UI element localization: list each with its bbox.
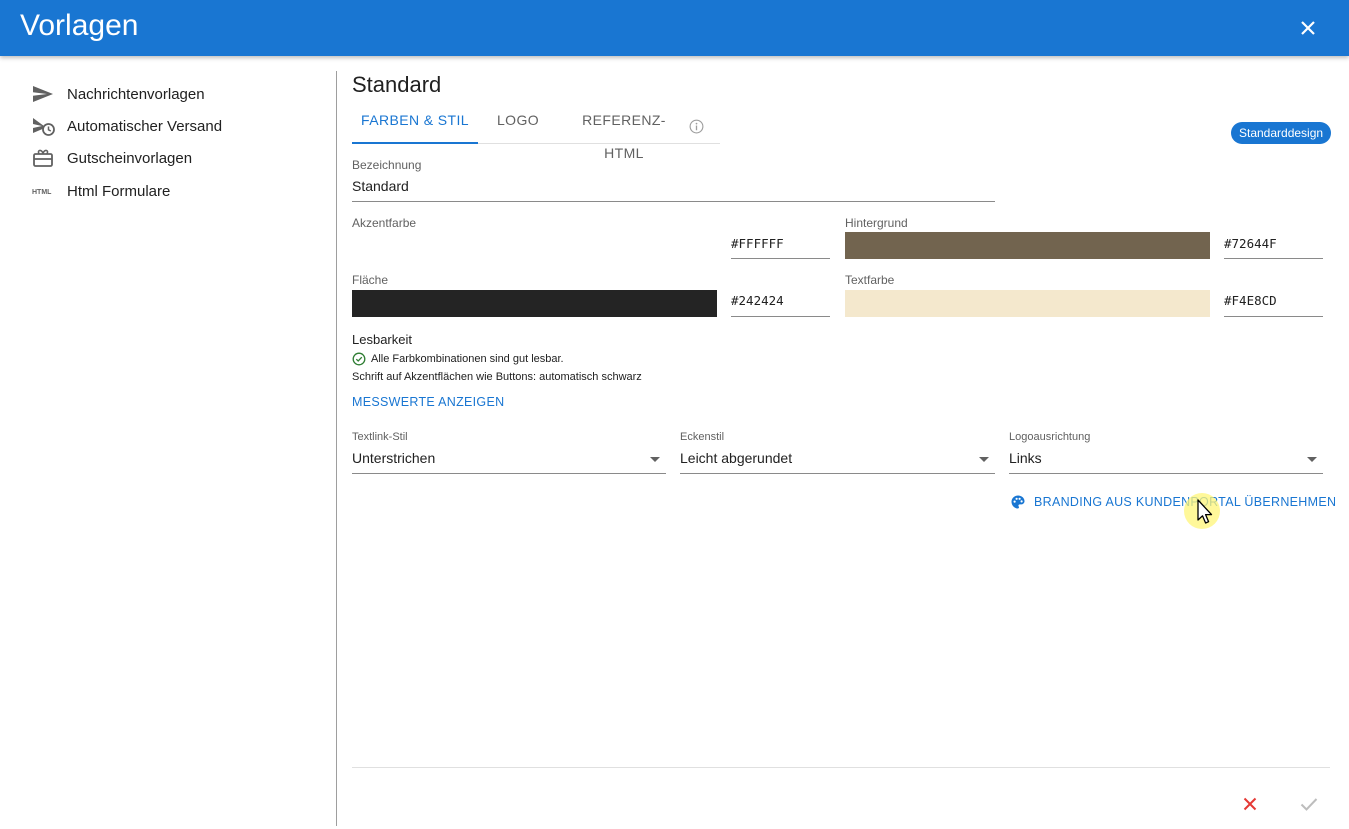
akzentfarbe-hex-field[interactable]: #FFFFFF xyxy=(731,236,830,259)
status-badge: Standarddesign xyxy=(1231,122,1332,144)
sidebar: Nachrichtenvorlagen Automatischer Versan… xyxy=(0,56,336,829)
lesbarkeit-title: Lesbarkeit xyxy=(352,332,412,347)
sidebar-item-label: Nachrichtenvorlagen xyxy=(67,85,205,103)
hintergrund-hex-value: #72644F xyxy=(1224,236,1277,251)
sidebar-item-label: Html Formulare xyxy=(67,182,171,200)
vertical-divider xyxy=(336,71,337,826)
chevron-down-icon xyxy=(650,457,660,462)
app-bar: Vorlagen xyxy=(0,0,1349,56)
eckenstil-select[interactable]: Leicht abgerundet xyxy=(680,448,995,474)
flaeche-hex-field[interactable]: #242424 xyxy=(731,293,830,317)
svg-text:HTML: HTML xyxy=(32,189,52,196)
textlink-stil-select[interactable]: Unterstrichen xyxy=(352,448,666,474)
tab-bar: FARBEN & STIL LOGO REFERENZ-HTML xyxy=(352,104,720,161)
send-icon xyxy=(32,82,58,106)
hintergrund-label: Hintergrund xyxy=(845,216,908,230)
textlink-stil-value: Unterstrichen xyxy=(352,450,436,466)
bezeichnung-field[interactable]: Standard xyxy=(352,178,995,202)
tab-logo[interactable]: LOGO xyxy=(486,104,550,144)
eckenstil-value: Leicht abgerundet xyxy=(680,450,793,466)
cancel-button[interactable] xyxy=(1238,792,1262,816)
akzentfarbe-hex-value: #FFFFFF xyxy=(731,236,784,251)
logoausrichtung-value: Links xyxy=(1009,450,1042,466)
flaeche-swatch[interactable] xyxy=(352,290,717,317)
sidebar-item-label: Gutscheinvorlagen xyxy=(67,149,193,167)
flaeche-hex-value: #242424 xyxy=(731,293,784,308)
mouse-cursor-icon xyxy=(1196,499,1216,527)
akzentfarbe-label: Akzentfarbe xyxy=(352,216,417,230)
textfarbe-swatch[interactable] xyxy=(845,290,1210,317)
page-title: Standard xyxy=(352,72,442,97)
tab-label: REFERENZ-HTML xyxy=(582,112,666,161)
gift-card-icon xyxy=(32,146,58,170)
eckenstil-label: Eckenstil xyxy=(680,431,725,443)
flaeche-label: Fläche xyxy=(352,273,389,287)
bezeichnung-value: Standard xyxy=(352,178,409,194)
check-icon xyxy=(1297,798,1321,820)
chevron-down-icon xyxy=(1307,457,1317,462)
footer-divider xyxy=(352,767,1330,768)
palette-icon xyxy=(1010,494,1026,510)
lesbarkeit-status: Alle Farbkombinationen sind gut lesbar. xyxy=(352,352,564,366)
hintergrund-hex-field[interactable]: #72644F xyxy=(1224,236,1323,259)
textfarbe-label: Textfarbe xyxy=(845,273,895,287)
tab-referenz-html[interactable]: REFERENZ-HTML xyxy=(564,104,704,161)
scheduled-send-icon xyxy=(32,114,58,138)
sidebar-item-html-formulare[interactable]: HTML Html Formulare xyxy=(32,179,322,203)
app-title: Vorlagen xyxy=(20,9,139,42)
textlink-stil-label: Textlink-Stil xyxy=(352,431,408,443)
lesbarkeit-status-text: Alle Farbkombinationen sind gut lesbar. xyxy=(371,353,564,365)
hintergrund-swatch[interactable] xyxy=(845,232,1210,259)
close-icon xyxy=(1238,797,1262,820)
messwerte-anzeigen-button[interactable]: MESSWERTE ANZEIGEN xyxy=(352,395,504,409)
close-icon[interactable] xyxy=(1296,16,1320,40)
branding-uebernehmen-button[interactable]: BRANDING AUS KUNDENPORTAL ÜBERNEHMEN xyxy=(1010,494,1336,510)
chevron-down-icon xyxy=(979,457,989,462)
logoausrichtung-label: Logoausrichtung xyxy=(1009,431,1091,443)
textfarbe-hex-field[interactable]: #F4E8CD xyxy=(1224,293,1323,317)
lesbarkeit-hint: Schrift auf Akzentflächen wie Buttons: a… xyxy=(352,371,642,383)
bezeichnung-label: Bezeichnung xyxy=(352,158,422,172)
sidebar-item-label: Automatischer Versand xyxy=(67,117,223,135)
check-circle-icon xyxy=(352,352,366,366)
sidebar-item-nachrichtenvorlagen[interactable]: Nachrichtenvorlagen xyxy=(32,82,322,106)
info-icon xyxy=(689,113,704,146)
sidebar-item-automatischer-versand[interactable]: Automatischer Versand xyxy=(32,114,322,138)
textfarbe-hex-value: #F4E8CD xyxy=(1224,293,1277,308)
confirm-button[interactable] xyxy=(1297,792,1321,816)
akzentfarbe-swatch[interactable] xyxy=(352,232,717,259)
tab-farben-stil[interactable]: FARBEN & STIL xyxy=(352,104,478,144)
logoausrichtung-select[interactable]: Links xyxy=(1009,448,1323,474)
html-icon: HTML xyxy=(32,179,58,203)
sidebar-item-gutscheinvorlagen[interactable]: Gutscheinvorlagen xyxy=(32,146,322,170)
